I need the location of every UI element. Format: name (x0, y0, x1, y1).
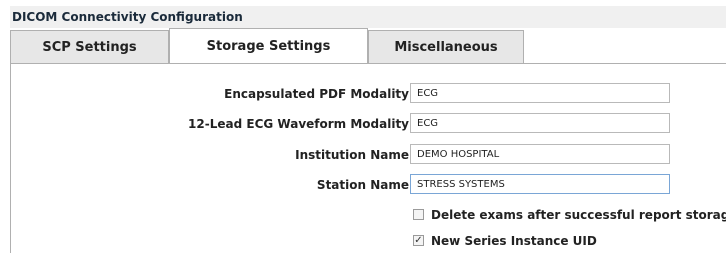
station-name-row: Station Name (11, 173, 726, 197)
pdf-modality-label: Encapsulated PDF Modality (224, 87, 409, 101)
ecg-waveform-modality-input[interactable] (410, 113, 670, 133)
tab-bar: SCP Settings Storage Settings Miscellane… (10, 28, 726, 64)
ecg-waveform-modality-label: 12-Lead ECG Waveform Modality (188, 117, 409, 131)
institution-name-row: Institution Name (11, 143, 726, 167)
tab-scp-settings[interactable]: SCP Settings (10, 30, 169, 64)
pdf-modality-input[interactable] (410, 83, 670, 103)
ecg-waveform-modality-row: 12-Lead ECG Waveform Modality (11, 112, 726, 136)
station-name-input[interactable] (410, 174, 670, 194)
delete-exams-label: Delete exams after successful report sto… (431, 208, 726, 222)
delete-exams-checkbox[interactable] (413, 209, 424, 220)
new-series-uid-checkbox[interactable]: ✓ (413, 235, 424, 246)
storage-settings-panel: Encapsulated PDF Modality 12-Lead ECG Wa… (10, 63, 726, 253)
institution-name-label: Institution Name (295, 148, 409, 162)
tab-miscellaneous[interactable]: Miscellaneous (368, 30, 524, 64)
window-title: DICOM Connectivity Configuration (10, 6, 726, 28)
institution-name-input[interactable] (410, 144, 670, 164)
new-series-uid-label: New Series Instance UID (431, 234, 597, 248)
tab-storage-settings[interactable]: Storage Settings (169, 28, 368, 63)
station-name-label: Station Name (316, 178, 409, 192)
pdf-modality-row: Encapsulated PDF Modality (11, 82, 726, 106)
